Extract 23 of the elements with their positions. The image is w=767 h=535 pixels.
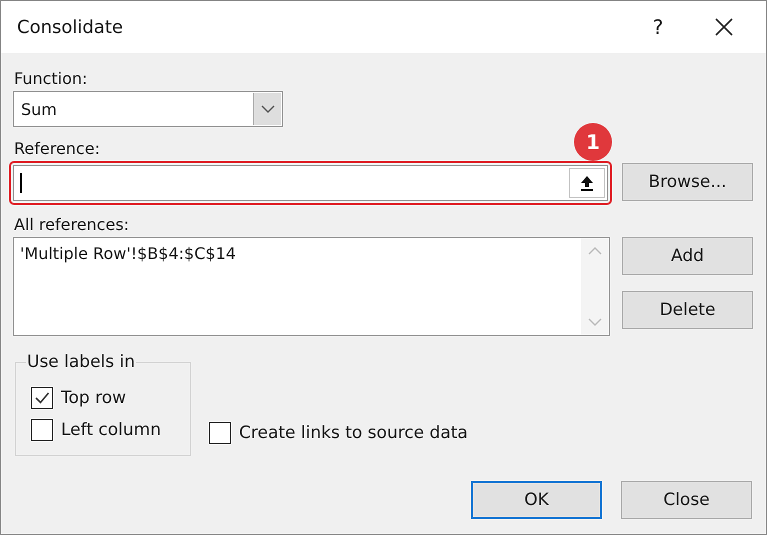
checkbox[interactable] — [31, 387, 53, 409]
step-badge: 1 — [574, 123, 612, 161]
collapse-button[interactable] — [569, 168, 605, 198]
field-label: Function: — [14, 69, 88, 89]
checkbox-label: Create links to source data — [239, 423, 468, 443]
field-label: Reference: — [14, 139, 100, 159]
list-item[interactable]: 'Multiple Row'!$B$4:$C$14 — [20, 244, 575, 263]
dialog-button[interactable]: OK — [471, 481, 602, 519]
field-label: All references: — [14, 215, 130, 235]
checkbox-label: Top row — [61, 388, 126, 408]
function-dropdown[interactable]: Sum — [13, 91, 283, 127]
close-icon[interactable] — [714, 17, 734, 37]
add-button[interactable]: Add — [622, 237, 753, 275]
checkbox[interactable] — [209, 422, 231, 444]
checkbox[interactable] — [31, 419, 53, 441]
arrow-up-icon — [579, 175, 595, 191]
browse-button[interactable]: Browse... — [622, 163, 753, 201]
help-button[interactable]: ? — [646, 15, 670, 39]
window-title: Consolidate — [17, 16, 124, 38]
dialog-button[interactable]: Close — [621, 481, 752, 519]
chevron-down-icon — [260, 104, 274, 114]
delete-button[interactable]: Delete — [622, 291, 753, 329]
checkbox-label: Left column — [61, 420, 161, 440]
